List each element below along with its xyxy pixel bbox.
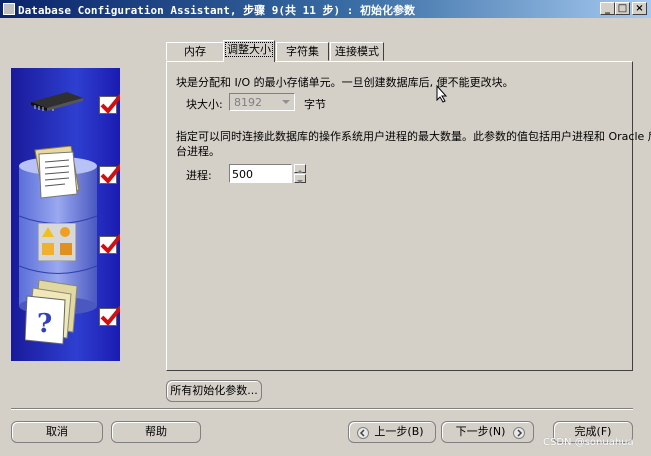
svg-text:?: ? — [37, 309, 52, 339]
spin-up-icon[interactable] — [294, 164, 306, 173]
chevron-down-icon — [279, 95, 293, 109]
tab-memory-label: 内存 — [184, 45, 206, 58]
shapes-icon — [38, 223, 76, 261]
maximize-button[interactable]: □ — [615, 2, 630, 15]
processes-description-line1: 指定可以同时连接此数据库的操作系统用户进程的最大数量。此参数的值包括用户进程和 … — [176, 130, 651, 143]
tab-sizing[interactable]: 调整大小 — [223, 40, 275, 62]
tab-memory[interactable]: 内存 — [166, 42, 224, 61]
tab-connection-mode-label: 连接模式 — [335, 45, 379, 58]
processes-value: 500 — [232, 168, 253, 181]
tab-character-set[interactable]: 字符集 — [276, 42, 329, 61]
tab-connection-mode[interactable]: 连接模式 — [330, 42, 384, 61]
block-size-description: 块是分配和 I/O 的最小存储单元。一旦创建数据库后, 便不能更改块。 — [176, 76, 514, 89]
step-check-memory — [99, 93, 120, 114]
wizard-illustration: ? — [11, 68, 120, 361]
chevron-right-icon — [513, 427, 525, 439]
back-button-label: 上一步(B) — [374, 425, 424, 438]
tab-sizing-label: 调整大小 — [225, 42, 273, 57]
block-size-value: 8192 — [234, 96, 262, 109]
mouse-cursor-icon — [436, 85, 448, 103]
step-check-shapes — [99, 233, 120, 254]
watermark: CSDN @sonuahua — [543, 437, 634, 448]
next-button-label: 下一步(N) — [455, 425, 506, 438]
help-documents-icon: ? — [25, 280, 78, 345]
block-size-unit: 字节 — [304, 98, 326, 111]
cancel-button[interactable]: 取消 — [11, 421, 103, 443]
tab-character-set-label: 字符集 — [286, 45, 319, 58]
step-check-documents — [99, 163, 120, 184]
title-bar: Database Configuration Assistant, 步骤 9(共… — [0, 0, 651, 18]
spin-down-icon[interactable] — [294, 174, 306, 183]
processes-input[interactable]: 500 — [229, 164, 292, 183]
documents-icon — [34, 146, 80, 199]
chevron-left-icon — [357, 427, 369, 439]
close-button[interactable]: × — [632, 2, 647, 15]
step-check-help — [99, 305, 120, 326]
block-size-select: 8192 — [229, 93, 295, 111]
processes-label: 进程: — [186, 169, 212, 182]
window-title: Database Configuration Assistant, 步骤 9(共… — [18, 4, 416, 17]
back-button[interactable]: 上一步(B) — [348, 421, 436, 443]
all-init-params-button[interactable]: 所有初始化参数... — [166, 380, 262, 402]
processes-description-line2: 台进程。 — [176, 145, 220, 158]
next-button[interactable]: 下一步(N) — [441, 421, 534, 443]
help-button[interactable]: 帮助 — [111, 421, 201, 443]
memory-chip-icon — [31, 92, 83, 111]
processes-spinner[interactable] — [294, 164, 306, 183]
minimize-button[interactable]: _ — [600, 2, 615, 15]
block-size-label: 块大小: — [186, 98, 223, 111]
app-icon — [3, 3, 15, 15]
footer-separator — [11, 408, 633, 410]
